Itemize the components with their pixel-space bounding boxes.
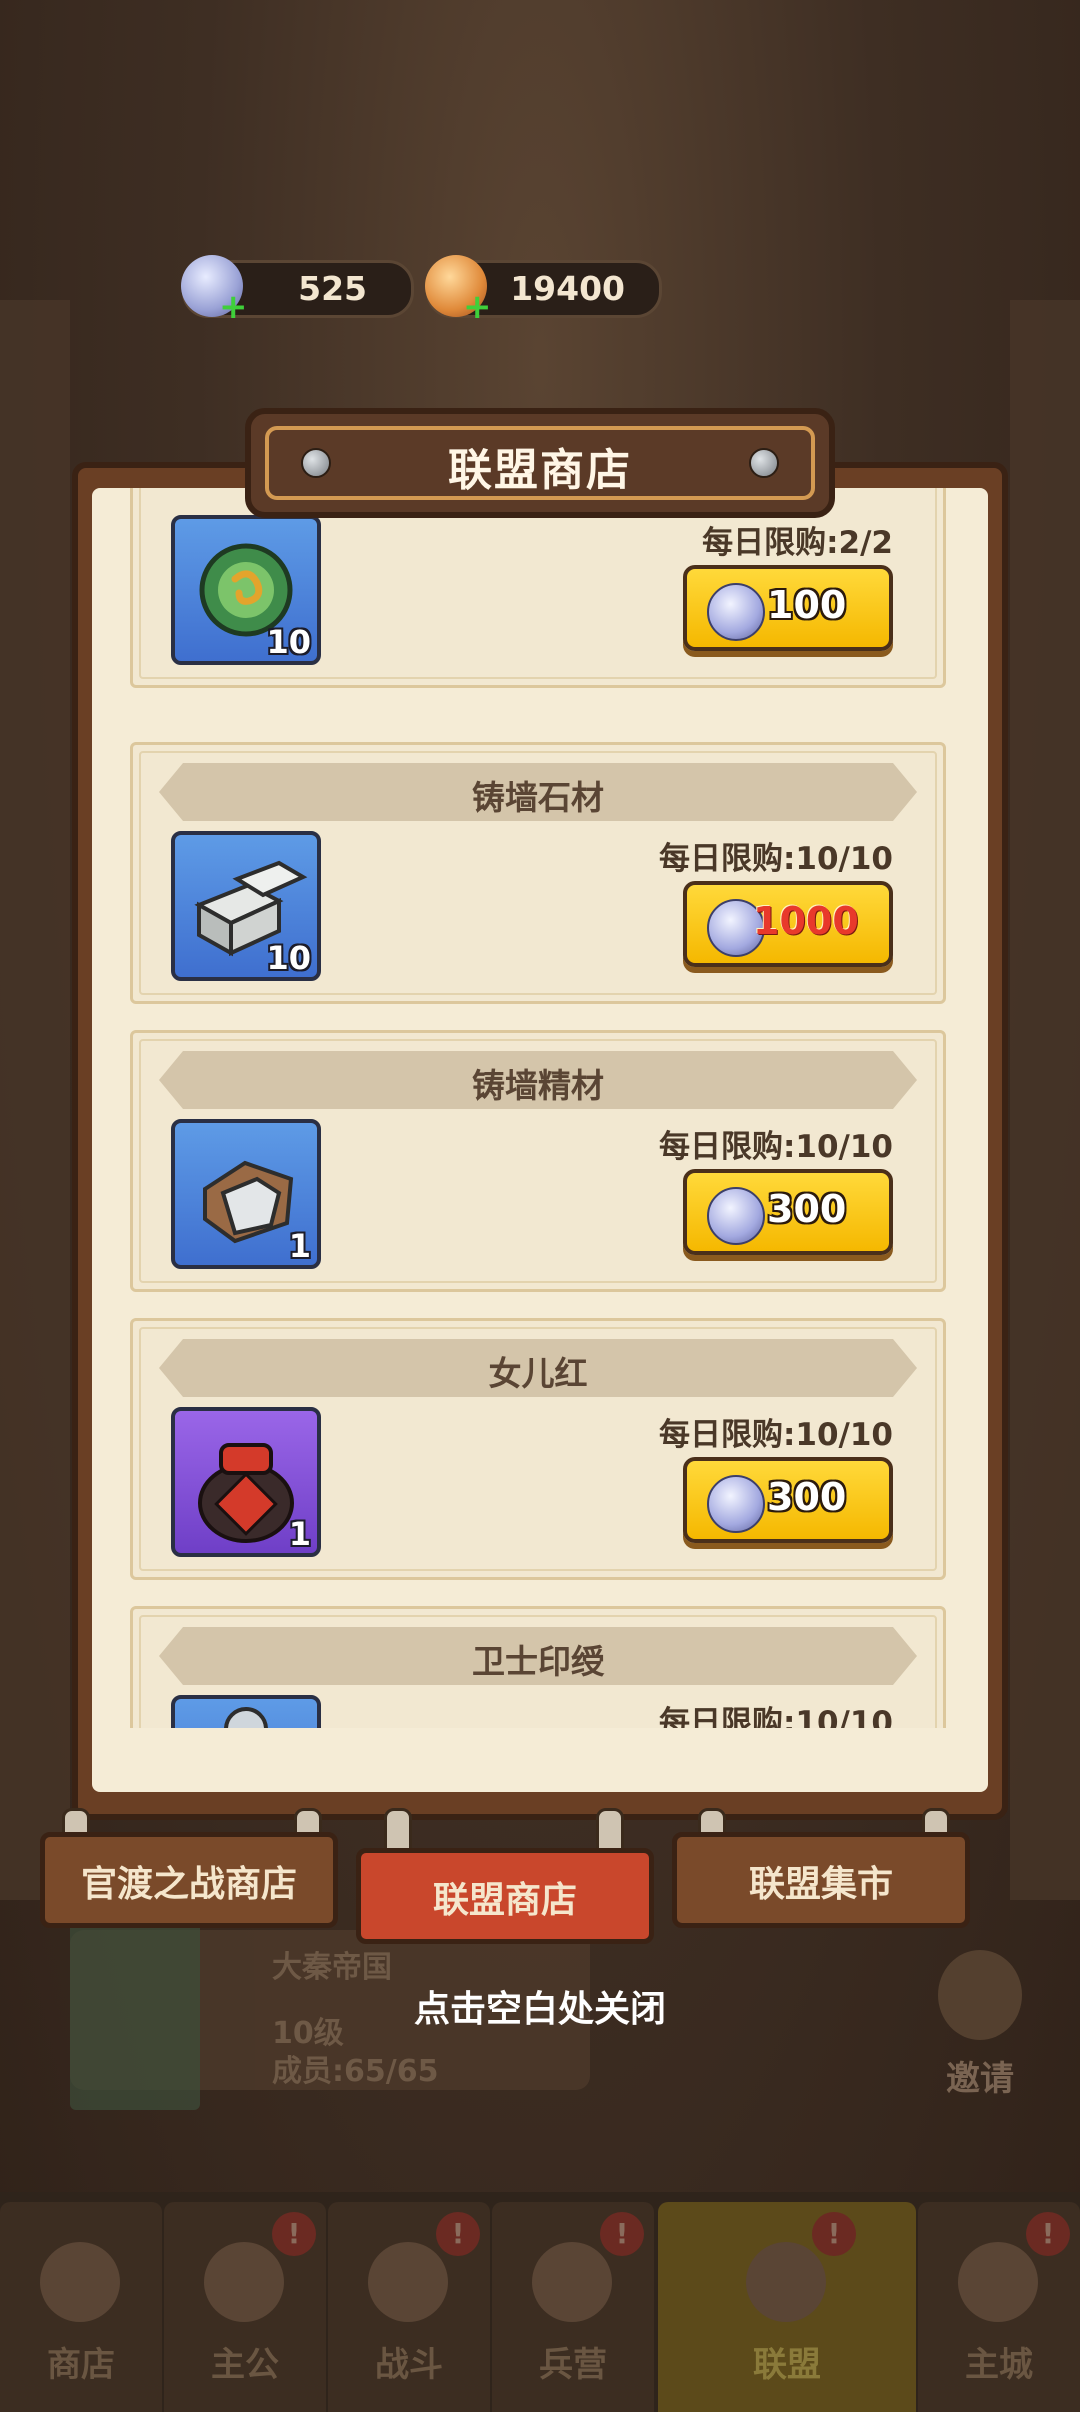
daily-limit: 每日限购:2/2 [702,525,893,561]
nav-item-barracks[interactable]: ! 兵营 [492,2202,654,2412]
item-name: 卫士印绶 [472,1642,604,1681]
item-name-bar: 卫士印绶 [159,1627,917,1685]
guard-seal-icon [224,1707,268,1728]
daily-limit: 每日限购:10/10 [659,1129,893,1165]
alert-badge: ! [812,2212,856,2256]
shop-item-card: 铸墙精材 1 每日限购:10/10 300 [130,1030,946,1292]
buy-button[interactable]: 300 [683,1457,893,1543]
add-icon[interactable]: + [219,290,248,324]
alert-badge: ! [436,2212,480,2256]
shop-item-card: 铸墙石材 10 每日限购:10/10 1000 [130,742,946,1004]
item-name: 铸墙精材 [472,1066,604,1105]
item-icon-frame[interactable]: 10 [171,515,321,665]
alert-badge: ! [600,2212,644,2256]
buy-button[interactable]: 300 [683,1169,893,1255]
item-quantity: 10 [266,623,311,661]
battle-icon [368,2242,448,2322]
item-name-bar: 铸墙石材 [159,763,917,821]
item-icon-frame[interactable]: 1 [171,1407,321,1557]
background-pillar-left [0,300,70,1900]
price: 1000 [753,899,859,943]
daily-limit: 每日限购:10/10 [659,1705,893,1728]
nav-item-shop[interactable]: 商店 [0,2202,162,2412]
item-icon-frame[interactable] [171,1695,321,1728]
tab-guandu-shop[interactable]: 官渡之战商店 [40,1832,338,1928]
nav-label: 战斗 [375,2345,443,2385]
invite-label: 邀请 [946,2059,1014,2099]
alliance-coin-value: 525 [298,269,367,308]
lord-icon [204,2242,284,2322]
price: 100 [767,583,847,627]
item-name: 女儿红 [488,1354,588,1393]
nav-item-lord[interactable]: ! 主公 [164,2202,326,2412]
nav-label: 联盟 [753,2345,821,2385]
nav-item-main-city[interactable]: ! 主城 [918,2202,1080,2412]
tab-label: 联盟商店 [432,1880,577,1921]
item-quantity: 1 [288,1515,311,1553]
main-city-icon [958,2242,1038,2322]
shop-item-card: 女儿红 1 每日限购:10/10 300 [130,1318,946,1580]
alliance-coin-icon [707,583,765,641]
item-quantity: 10 [266,939,311,977]
item-name: 铸墙石材 [472,778,604,817]
item-icon-frame[interactable]: 1 [171,1119,321,1269]
nav-label: 兵营 [539,2345,607,2385]
tab-alliance-market[interactable]: 联盟集市 [672,1832,970,1928]
price: 300 [767,1187,847,1231]
barracks-icon [532,2242,612,2322]
tab-alliance-shop[interactable]: 联盟商店 [356,1848,654,1944]
alert-badge: ! [272,2212,316,2256]
alliance-coin-icon [707,1475,765,1533]
bottom-navigation: 商店 ! 主公 ! 战斗 ! 兵营 ! 联盟 ! 主城 [0,2192,1080,2412]
item-icon-frame[interactable]: 10 [171,831,321,981]
tab-label: 官渡之战商店 [80,1864,297,1905]
shop-panel: 10 每日限购:2/2 100 铸墙石材 10 每日限购:10/10 1000 … [92,488,988,1792]
buy-button[interactable]: 1000 [683,881,893,967]
shop-title-plaque: 联盟商店 [245,408,835,518]
nav-item-battle[interactable]: ! 战斗 [328,2202,490,2412]
item-name-bar: 女儿红 [159,1339,917,1397]
close-hint[interactable]: 点击空白处关闭 [0,1980,1080,2032]
price: 300 [767,1475,847,1519]
nav-label: 主公 [211,2345,279,2385]
alliance-coin-counter[interactable]: + 525 [181,255,414,324]
nav-item-alliance[interactable]: ! 联盟 [658,2202,916,2412]
shop-title: 联盟商店 [448,445,632,496]
shop-item-list[interactable]: 10 每日限购:2/2 100 铸墙石材 10 每日限购:10/10 1000 … [92,488,988,1728]
alliance-members: 成员:65/65 [272,2054,439,2089]
daily-limit: 每日限购:10/10 [659,841,893,877]
gold-coin-value: 19400 [510,269,625,308]
alliance-icon [746,2242,826,2322]
item-quantity: 1 [288,1227,311,1265]
alliance-coin-icon [707,1187,765,1245]
nav-label: 主城 [965,2345,1033,2385]
background-pillar-right [1010,300,1080,1900]
buy-button[interactable]: 100 [683,565,893,651]
add-icon[interactable]: + [463,290,492,324]
shop-item-card: 卫士印绶 每日限购:10/10 [130,1606,946,1728]
item-name-bar: 铸墙精材 [159,1051,917,1109]
daily-limit: 每日限购:10/10 [659,1417,893,1453]
gold-coin-counter[interactable]: + 19400 [425,255,662,324]
alert-badge: ! [1026,2212,1070,2256]
shop-icon [40,2242,120,2322]
nav-label: 商店 [47,2345,115,2385]
tab-label: 联盟集市 [748,1864,893,1905]
shop-item-card: 10 每日限购:2/2 100 [130,488,946,688]
